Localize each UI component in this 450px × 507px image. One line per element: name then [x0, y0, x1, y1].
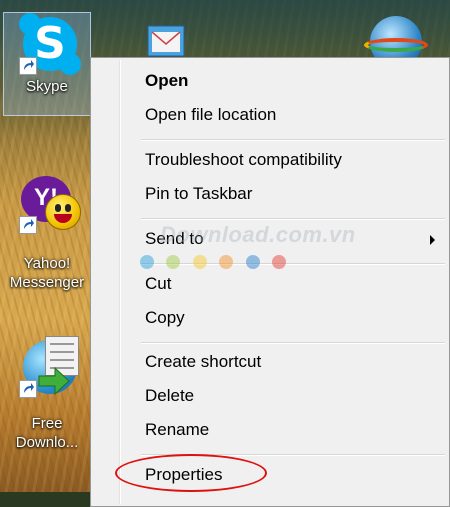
context-menu: Open Open file location Troubleshoot com… [90, 57, 450, 507]
menu-item-open[interactable]: Open [94, 66, 446, 96]
watermark-logo: Download.com.vn [160, 222, 356, 247]
submenu-arrow-icon [430, 235, 435, 245]
watermark-dots [140, 255, 294, 274]
watermark-dot [166, 255, 181, 269]
menu-item-label: Delete [145, 386, 195, 405]
desktop-icon-yahoo-messenger[interactable]: Y! Yahoo! Messenger [3, 172, 91, 292]
shortcut-arrow-icon [19, 216, 37, 234]
menu-item-label: Pin to Taskbar [145, 184, 253, 203]
mail-icon[interactable] [142, 22, 192, 62]
menu-item-troubleshoot-compatibility[interactable]: Troubleshoot compatibility [94, 145, 446, 175]
desktop-icon-label: Free Downlo... [15, 415, 79, 451]
menu-item-pin-to-taskbar[interactable]: Pin to Taskbar [94, 179, 446, 209]
desktop-icon-label: Yahoo! Messenger [9, 255, 85, 291]
shortcut-arrow-icon [19, 380, 37, 398]
menu-item-label: Cut [145, 274, 172, 293]
watermark-dot [140, 255, 154, 269]
desktop-icon-skype[interactable]: S Skype [3, 12, 91, 116]
menu-item-copy[interactable]: Copy [94, 303, 446, 333]
watermark-dot [192, 255, 207, 269]
properties-highlight-ring [115, 454, 267, 492]
menu-item-create-shortcut[interactable]: Create shortcut [94, 347, 446, 377]
menu-item-label: Open [145, 71, 189, 90]
menu-item-delete[interactable]: Delete [94, 381, 446, 411]
menu-item-label: Rename [145, 420, 210, 439]
watermark-dot [219, 255, 234, 269]
desktop-icon-label: Skype [26, 78, 68, 95]
menu-separator [141, 139, 445, 141]
menu-separator [141, 218, 445, 220]
menu-item-label: Open file location [145, 105, 277, 124]
menu-item-label: Create shortcut [145, 352, 262, 371]
menu-item-open-file-location[interactable]: Open file location [94, 100, 446, 130]
menu-item-rename[interactable]: Rename [94, 415, 446, 445]
watermark-dot [272, 255, 287, 269]
menu-item-label: Troubleshoot compatibility [145, 150, 342, 169]
menu-item-label: Copy [145, 308, 185, 327]
desktop-icon-free-download-manager[interactable]: Free Downlo... [3, 336, 91, 452]
watermark-dot [245, 255, 260, 269]
smiley-face-icon [45, 194, 81, 230]
green-arrow-icon [38, 366, 70, 396]
menu-separator [141, 342, 445, 344]
